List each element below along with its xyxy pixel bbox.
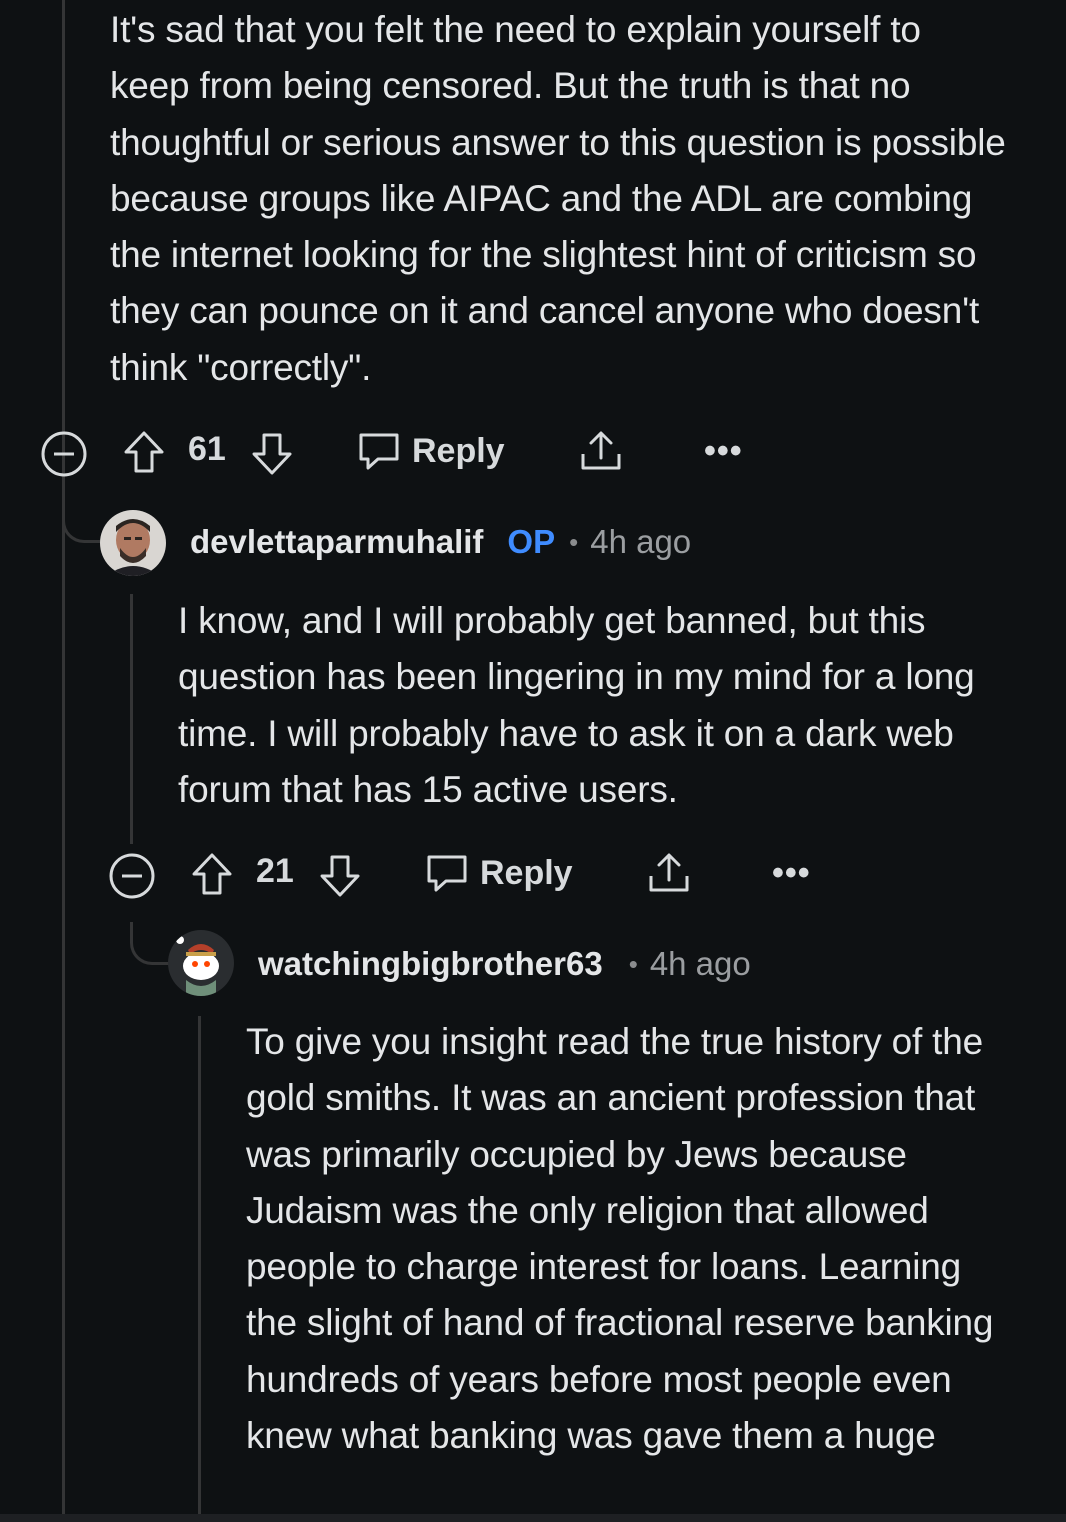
share-icon (581, 431, 621, 470)
upvote-icon (124, 431, 164, 473)
upvote-button[interactable] (120, 428, 168, 476)
reply-button[interactable]: Reply (356, 428, 505, 474)
comment-op-body: I know, and I will probably get banned, … (178, 600, 975, 810)
comment-bubble-icon (359, 433, 399, 470)
timestamp: 4h ago (649, 945, 751, 982)
separator-dot: • (628, 948, 638, 979)
share-button[interactable] (646, 850, 692, 896)
collapse-button[interactable] (40, 430, 88, 478)
username[interactable]: watchingbigbrother63 (258, 945, 603, 983)
share-icon (649, 853, 689, 892)
separator-dot: • (569, 526, 579, 557)
upvote-button[interactable] (188, 850, 236, 898)
downvote-button[interactable] (316, 852, 364, 900)
vote-count: 61 (188, 430, 226, 468)
collapse-icon (41, 431, 87, 477)
comment-op-actions: 21 Reply ••• (108, 844, 828, 904)
downvote-icon (320, 855, 360, 897)
thread-line-root[interactable] (62, 0, 65, 1522)
bottom-edge (0, 1514, 1066, 1522)
vote-count: 21 (256, 852, 294, 890)
thread-line-op[interactable] (130, 594, 133, 844)
reply-label: Reply (480, 853, 573, 892)
op-badge: OP (507, 523, 556, 560)
comment-third-header: watchingbigbrother63 • 4h ago (258, 942, 751, 986)
upvote-icon (192, 853, 232, 895)
timestamp: 4h ago (590, 523, 692, 560)
avatar-watchingbigbrother63[interactable] (168, 930, 234, 996)
comment-op-header: devlettaparmuhalif OP • 4h ago (190, 520, 691, 564)
avatar-devlettaparmuhalif[interactable] (100, 510, 166, 576)
collapse-button[interactable] (108, 852, 156, 900)
thread-line-third[interactable] (198, 1016, 201, 1522)
downvote-icon (252, 433, 292, 475)
collapse-icon (109, 853, 155, 899)
comment-third-body: To give you insight read the true histor… (246, 1021, 994, 1457)
downvote-button[interactable] (248, 430, 296, 478)
reply-button[interactable]: Reply (424, 850, 573, 896)
more-options-button[interactable]: ••• (704, 432, 743, 471)
comment-bubble-icon (427, 855, 467, 892)
share-button[interactable] (578, 428, 624, 474)
thread-elbow-op (62, 500, 101, 543)
username[interactable]: devlettaparmuhalif (190, 523, 483, 561)
more-options-button[interactable]: ••• (772, 854, 811, 893)
reply-label: Reply (412, 431, 505, 470)
comment-top-body: It's sad that you felt the need to expla… (110, 9, 1006, 388)
thread-elbow-third (130, 922, 169, 965)
comment-top-actions: 61 Reply ••• (40, 422, 760, 482)
